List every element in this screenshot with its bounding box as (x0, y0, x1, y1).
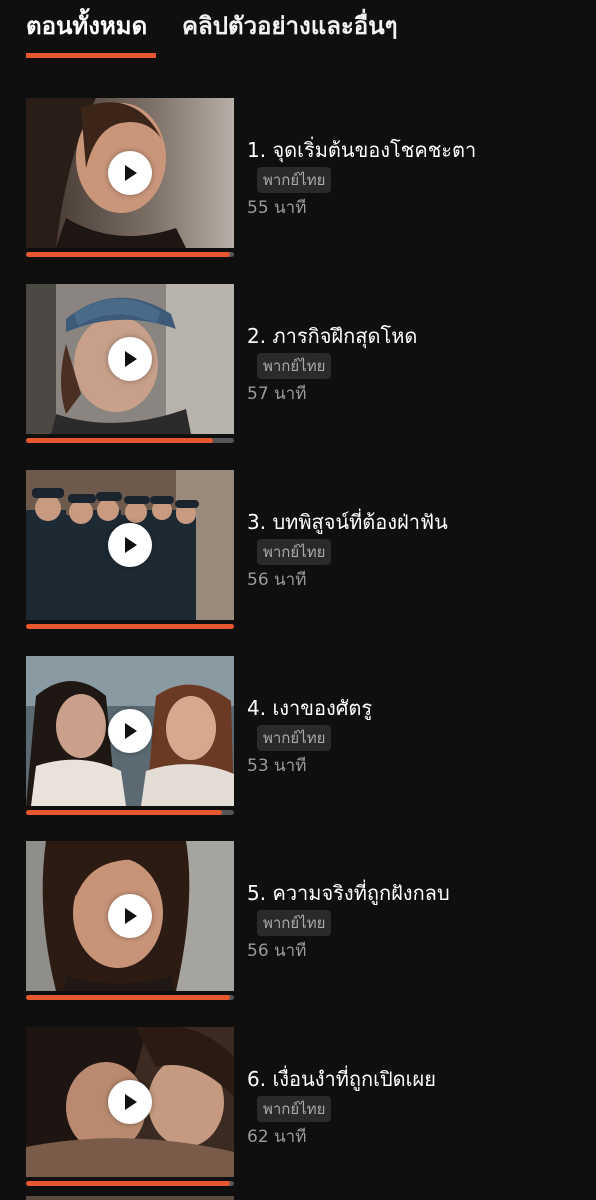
episode-thumbnail[interactable] (26, 841, 234, 991)
watch-progress-bar (26, 252, 234, 257)
episode-title[interactable]: 6. เงื่อนงำที่ถูกเปิดเผย (247, 1065, 436, 1093)
watch-progress-fill (26, 1181, 230, 1186)
watch-progress-bar (26, 995, 234, 1000)
dub-badge: พากย์ไทย (257, 910, 332, 936)
dub-badge: พากย์ไทย (257, 167, 332, 193)
episode-item[interactable]: 4. เงาของศัตรู พากย์ไทย 53 นาที (0, 656, 596, 821)
episode-thumbnail[interactable] (26, 284, 234, 434)
dub-badge: พากย์ไทย (257, 353, 332, 379)
episode-duration: 53 นาที (247, 756, 307, 776)
episode-title[interactable]: 4. เงาของศัตรู (247, 694, 372, 722)
episode-thumbnail[interactable] (26, 98, 234, 248)
episode-item[interactable]: 3. บทพิสูจน์ที่ต้องฝ่าฟัน พากย์ไทย 56 นา… (0, 470, 596, 635)
dub-badge: พากย์ไทย (257, 539, 332, 565)
play-icon[interactable] (108, 894, 152, 938)
watch-progress-fill (26, 810, 222, 815)
active-tab-indicator (26, 53, 156, 58)
episode-title[interactable]: 5. ความจริงที่ถูกฝังกลบ (247, 879, 450, 907)
tab-all-episodes[interactable]: ตอนทั้งหมด (26, 8, 147, 44)
episode-duration: 56 นาที (247, 570, 307, 590)
episode-item[interactable]: 1. จุดเริ่มต้นของโชคชะตา พากย์ไทย 55 นาท… (0, 98, 596, 263)
watch-progress-fill (26, 995, 230, 1000)
episode-duration: 55 นาที (247, 198, 307, 218)
watch-progress-bar (26, 810, 234, 815)
episode-duration: 56 นาที (247, 941, 307, 961)
watch-progress-fill (26, 438, 214, 443)
tab-clips-and-more[interactable]: คลิปตัวอย่างและอื่นๆ (182, 8, 398, 44)
episode-thumbnail[interactable] (26, 1027, 234, 1177)
watch-progress-bar (26, 1181, 234, 1186)
watch-progress-fill (26, 252, 230, 257)
watch-progress-bar (26, 438, 234, 443)
episode-item[interactable]: 5. ความจริงที่ถูกฝังกลบ พากย์ไทย 56 นาที (0, 841, 596, 1006)
episode-thumbnail[interactable] (26, 470, 234, 620)
play-icon[interactable] (108, 709, 152, 753)
episode-tabs: ตอนทั้งหมด คลิปตัวอย่างและอื่นๆ (0, 0, 596, 60)
episode-item[interactable]: 2. ภารกิจฝึกสุดโหด พากย์ไทย 57 นาที (0, 284, 596, 449)
episode-title[interactable]: 2. ภารกิจฝึกสุดโหด (247, 322, 417, 350)
next-episode-thumbnail-partial (26, 1196, 234, 1200)
play-icon[interactable] (108, 523, 152, 567)
play-icon[interactable] (108, 151, 152, 195)
dub-badge: พากย์ไทย (257, 725, 332, 751)
episode-title[interactable]: 1. จุดเริ่มต้นของโชคชะตา (247, 136, 476, 164)
watch-progress-bar (26, 624, 234, 629)
episode-duration: 57 นาที (247, 384, 307, 404)
dub-badge: พากย์ไทย (257, 1096, 332, 1122)
watch-progress-fill (26, 624, 234, 629)
episode-duration: 62 นาที (247, 1127, 307, 1147)
play-icon[interactable] (108, 337, 152, 381)
episode-thumbnail[interactable] (26, 656, 234, 806)
episode-item[interactable]: 6. เงื่อนงำที่ถูกเปิดเผย พากย์ไทย 62 นาท… (0, 1027, 596, 1192)
play-icon[interactable] (108, 1080, 152, 1124)
episode-title[interactable]: 3. บทพิสูจน์ที่ต้องฝ่าฟัน (247, 508, 448, 536)
